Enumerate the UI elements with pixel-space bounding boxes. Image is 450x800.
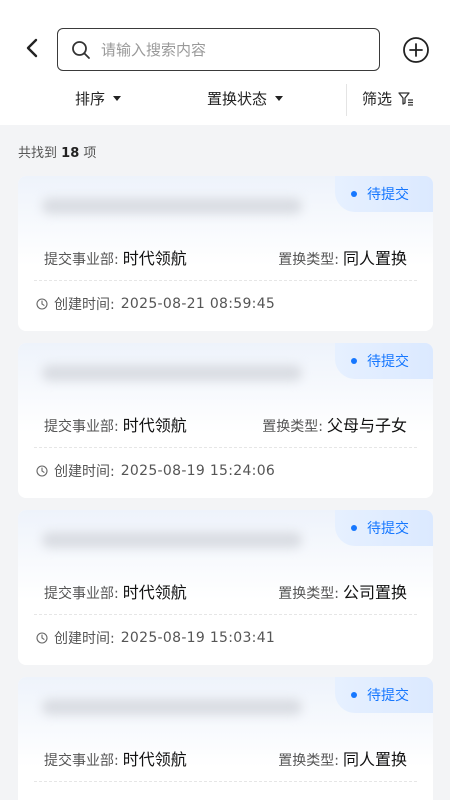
type-value: 同人置换 <box>342 249 407 268</box>
divider <box>34 280 417 281</box>
divider <box>346 84 347 116</box>
created-time-row: 创建时间: 2025-08-19 15:24:06 <box>36 461 275 481</box>
status-badge: 待提交 <box>335 176 433 212</box>
type-label: 置换类型: <box>278 252 339 268</box>
dept-value: 时代领航 <box>122 249 187 268</box>
dept-value: 时代领航 <box>122 583 187 602</box>
caret-down-icon <box>113 96 122 101</box>
divider <box>34 614 417 615</box>
status-text: 待提交 <box>367 688 409 704</box>
list-item[interactable]: 待提交 提交事业部: 时代领航 置换类型: 同人置换 创建时间: 2025-08-2… <box>18 176 433 331</box>
blurred-title <box>42 198 302 214</box>
filter-icon <box>398 91 414 106</box>
search-box[interactable] <box>57 28 380 71</box>
blurred-title <box>42 365 302 381</box>
filter-button[interactable]: 筛选 <box>362 88 414 109</box>
type-value: 父母与子女 <box>326 416 407 435</box>
result-number: 18 <box>61 146 80 161</box>
status-label: 置换状态 <box>207 90 268 108</box>
type-field: 置换类型: 同人置换 <box>278 746 407 770</box>
created-value: 2025-08-19 15:24:06 <box>120 463 276 479</box>
dept-value: 时代领航 <box>122 416 187 435</box>
created-time-row: 创建时间: 2025-08-19 15:03:41 <box>36 628 275 648</box>
result-suffix: 项 <box>83 146 97 161</box>
blurred-title <box>42 532 302 548</box>
type-field: 置换类型: 公司置换 <box>278 579 407 603</box>
status-dot <box>351 358 357 364</box>
dept-field: 提交事业部: 时代领航 <box>44 412 187 436</box>
status-text: 待提交 <box>367 354 409 370</box>
type-label: 置换类型: <box>262 419 323 435</box>
clock-icon <box>36 632 48 644</box>
list-item[interactable]: 待提交 提交事业部: 时代领航 置换类型: 公司置换 创建时间: 2025-08-1… <box>18 510 433 665</box>
dept-label: 提交事业部: <box>44 586 119 602</box>
created-label: 创建时间: <box>54 464 115 480</box>
created-value: 2025-08-19 15:03:41 <box>120 630 276 646</box>
list-item[interactable]: 待提交 提交事业部: 时代领航 置换类型: 同人置换 <box>18 677 433 800</box>
dept-field: 提交事业部: 时代领航 <box>44 579 187 603</box>
chevron-left-icon <box>26 38 38 58</box>
blurred-title <box>42 699 302 715</box>
status-dropdown[interactable]: 置换状态 <box>207 88 284 109</box>
result-prefix: 共找到 <box>18 146 58 161</box>
type-field: 置换类型: 父母与子女 <box>262 412 407 436</box>
created-value: 2025-08-21 08:59:45 <box>120 296 276 312</box>
add-button[interactable] <box>402 36 430 64</box>
search-icon <box>71 40 91 60</box>
status-text: 待提交 <box>367 187 409 203</box>
type-value: 同人置换 <box>342 750 407 769</box>
sort-label: 排序 <box>75 90 106 108</box>
plus-circle-icon <box>403 37 429 63</box>
filter-label: 筛选 <box>362 90 393 108</box>
dept-field: 提交事业部: 时代领航 <box>44 245 187 269</box>
type-field: 置换类型: 同人置换 <box>278 245 407 269</box>
dept-value: 时代领航 <box>122 750 187 769</box>
status-badge: 待提交 <box>335 510 433 546</box>
dept-label: 提交事业部: <box>44 252 119 268</box>
result-count: 共找到 18 项 <box>18 142 96 161</box>
type-label: 置换类型: <box>278 586 339 602</box>
clock-icon <box>36 465 48 477</box>
clock-icon <box>36 298 48 310</box>
list-item[interactable]: 待提交 提交事业部: 时代领航 置换类型: 父母与子女 创建时间: 2025-08-… <box>18 343 433 498</box>
type-label: 置换类型: <box>278 753 339 769</box>
divider <box>34 781 417 782</box>
back-button[interactable] <box>20 36 44 60</box>
status-badge: 待提交 <box>335 343 433 379</box>
dept-field: 提交事业部: 时代领航 <box>44 746 187 770</box>
sort-dropdown[interactable]: 排序 <box>75 88 122 109</box>
top-bar: 排序 置换状态 筛选 <box>0 0 450 125</box>
created-label: 创建时间: <box>54 297 115 313</box>
caret-down-icon <box>275 96 284 101</box>
status-badge: 待提交 <box>335 677 433 713</box>
status-dot <box>351 525 357 531</box>
dept-label: 提交事业部: <box>44 753 119 769</box>
dept-label: 提交事业部: <box>44 419 119 435</box>
status-text: 待提交 <box>367 521 409 537</box>
status-dot <box>351 191 357 197</box>
created-label: 创建时间: <box>54 631 115 647</box>
filter-row: 排序 置换状态 筛选 <box>0 80 450 120</box>
divider <box>34 447 417 448</box>
search-input[interactable] <box>101 40 351 59</box>
type-value: 公司置换 <box>342 583 407 602</box>
created-time-row: 创建时间: 2025-08-21 08:59:45 <box>36 294 275 314</box>
status-dot <box>351 692 357 698</box>
